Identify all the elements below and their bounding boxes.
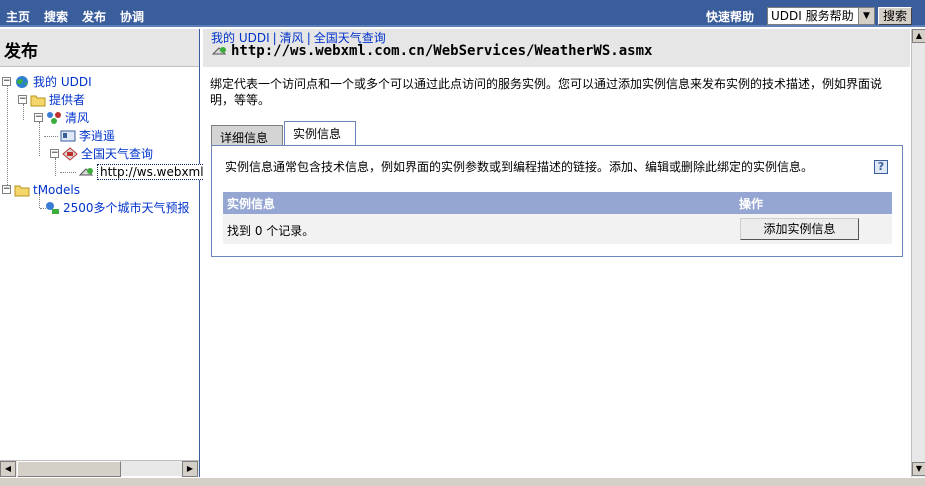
service-icon <box>62 146 78 161</box>
tree-connector <box>60 172 76 173</box>
binding-url: http://ws.webxml.com.cn/WebServices/Weat… <box>231 43 653 59</box>
tree-item-tmodel[interactable]: 2500多个城市天气预报 <box>44 199 190 216</box>
tree-label-provider[interactable]: 清风 <box>65 109 89 126</box>
help-topic-value: UDDI 服务帮助 <box>771 9 854 23</box>
tree-item-my-uddi[interactable]: − 我的 UDDI <box>2 73 92 90</box>
tab-details[interactable]: 详细信息 <box>211 125 283 145</box>
tree-label-service[interactable]: 全国天气查询 <box>81 145 153 162</box>
instance-table-header: 实例信息 操作 <box>223 192 892 214</box>
column-actions: 操作 <box>739 197 764 211</box>
tree-connector <box>39 122 40 156</box>
organization-icon <box>46 111 62 125</box>
nav-publish[interactable]: 发布 <box>82 8 106 25</box>
tree-item-contact[interactable]: 李逍遥 <box>60 127 115 144</box>
top-navigation-bar: 主页 搜索 发布 协调 快速帮助 UDDI 服务帮助 ▼ 搜索 <box>0 0 925 27</box>
tree-item-tmodels[interactable]: − tModels <box>2 181 80 198</box>
folder-icon <box>30 93 46 107</box>
panel-intro: 实例信息通常包含技术信息，例如界面的实例参数或到编程描述的链接。添加、编辑或删除… <box>225 160 814 174</box>
contact-card-icon <box>60 129 76 143</box>
nav-search[interactable]: 搜索 <box>44 8 68 25</box>
collapse-icon[interactable]: − <box>34 113 43 122</box>
record-count: 找到 0 个记录。 <box>227 224 315 238</box>
tree-item-providers[interactable]: − 提供者 <box>18 91 85 108</box>
folder-icon <box>14 183 30 197</box>
binding-description: 绑定代表一个访问点和一个或多个可以通过此点访问的服务实例。您可以通过添加实例信息… <box>210 77 883 107</box>
tree-connector <box>7 86 8 191</box>
binding-icon <box>211 44 227 58</box>
help-icon[interactable]: ? <box>874 160 888 174</box>
help-search-button[interactable]: 搜索 <box>878 7 912 25</box>
quick-help-label: 快速帮助 <box>706 10 755 24</box>
collapse-icon[interactable]: − <box>2 185 11 194</box>
nav-home[interactable]: 主页 <box>6 8 30 25</box>
vertical-scrollbar[interactable]: ▲ ▼ <box>911 29 925 477</box>
publish-tree-pane: 发布 − 我的 UDDI − 提供者 − 清风 李逍遥 − 全国天气查询 htt… <box>0 29 207 477</box>
main-nav: 主页 搜索 发布 协调 <box>6 8 144 25</box>
add-instance-info-button[interactable]: 添加实例信息 <box>740 218 859 240</box>
globe-icon <box>14 75 30 89</box>
tree-item-service[interactable]: − 全国天气查询 <box>50 145 153 162</box>
tree-item-provider[interactable]: − 清风 <box>34 109 89 126</box>
page-title: http://ws.webxml.com.cn/WebServices/Weat… <box>211 43 652 59</box>
pane-title: 发布 <box>0 29 199 67</box>
binding-detail-pane: 我的 UDDI | 清风 | 全国天气查询 http://ws.webxml.com.c… <box>203 29 910 477</box>
tree-label-tmodels[interactable]: tModels <box>33 183 80 197</box>
scroll-down-icon[interactable]: ▼ <box>912 462 925 476</box>
tmodel-icon <box>44 201 60 215</box>
horizontal-scrollbar[interactable]: ◀ ▶ <box>0 460 199 477</box>
tree-label-contact[interactable]: 李逍遥 <box>79 127 115 144</box>
tree-label-providers[interactable]: 提供者 <box>49 91 85 108</box>
binding-icon <box>78 165 94 179</box>
collapse-icon[interactable]: − <box>50 149 59 158</box>
scroll-thumb[interactable] <box>17 461 121 477</box>
tree-label-binding[interactable]: http://ws.webxml <box>97 163 207 180</box>
tree-connector <box>44 136 58 137</box>
detail-header: 我的 UDDI | 清风 | 全国天气查询 http://ws.webxml.com.c… <box>203 29 910 67</box>
collapse-icon[interactable]: − <box>2 77 11 86</box>
scroll-up-icon[interactable]: ▲ <box>912 29 925 43</box>
tree-item-binding[interactable]: http://ws.webxml <box>78 163 207 180</box>
tab-instance-info[interactable]: 实例信息 <box>284 121 356 146</box>
column-instance-info: 实例信息 <box>227 197 276 211</box>
table-row: 找到 0 个记录。 添加实例信息 <box>223 214 892 244</box>
status-bar <box>0 477 925 486</box>
scroll-left-icon[interactable]: ◀ <box>0 461 16 477</box>
nav-coordinate[interactable]: 协调 <box>120 8 144 25</box>
collapse-icon[interactable]: − <box>18 95 27 104</box>
chevron-down-icon[interactable]: ▼ <box>858 8 874 24</box>
help-topic-select[interactable]: UDDI 服务帮助 ▼ <box>767 7 875 25</box>
tree-label-tmodel[interactable]: 2500多个城市天气预报 <box>63 199 190 216</box>
instance-info-panel: 实例信息通常包含技术信息，例如界面的实例参数或到编程描述的链接。添加、编辑或删除… <box>211 145 903 257</box>
tree-label-my-uddi[interactable]: 我的 UDDI <box>33 73 92 90</box>
scroll-right-icon[interactable]: ▶ <box>182 461 198 477</box>
